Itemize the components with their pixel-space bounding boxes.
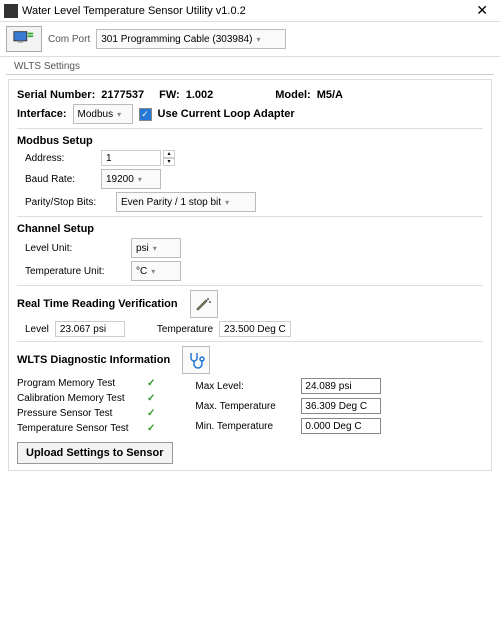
wlts-settings-label: WLTS Settings <box>6 57 494 75</box>
window-title: Water Level Temperature Sensor Utility v… <box>22 5 246 17</box>
chevron-down-icon: ▾ <box>117 110 121 119</box>
interface-value: Modbus <box>78 109 114 120</box>
address-spinner[interactable]: 1 ▴ ▾ <box>101 150 175 166</box>
diag-test-row: Program Memory Test ✓ <box>17 378 155 389</box>
chevron-down-icon: ▾ <box>138 175 142 184</box>
baud-select[interactable]: 19200 ▾ <box>101 169 161 189</box>
parity-label: Parity/Stop Bits: <box>25 197 110 208</box>
stethoscope-icon <box>187 351 205 369</box>
chevron-down-icon: ▾ <box>256 35 260 44</box>
level-unit-label: Level Unit: <box>25 243 125 254</box>
app-icon <box>4 4 18 18</box>
chevron-down-icon: ▾ <box>151 267 155 276</box>
baud-label: Baud Rate: <box>25 174 95 185</box>
realtime-heading: Real Time Reading Verification <box>17 298 178 310</box>
address-value: 1 <box>101 150 161 166</box>
baud-value: 19200 <box>106 174 134 185</box>
wand-icon <box>195 295 213 313</box>
max-temp-field[interactable] <box>301 398 381 414</box>
test-name: Calibration Memory Test <box>17 393 137 404</box>
test-name: Pressure Sensor Test <box>17 408 137 419</box>
test-name: Program Memory Test <box>17 378 137 389</box>
interface-row: Interface: Modbus ▾ ✓ Use Current Loop A… <box>17 104 483 124</box>
modbus-address-row: Address: 1 ▴ ▾ <box>25 150 483 166</box>
modbus-heading: Modbus Setup <box>17 135 483 147</box>
device-info: Serial Number: 2177537 FW: 1.002 Model: … <box>17 89 483 101</box>
main-panel: Serial Number: 2177537 FW: 1.002 Model: … <box>8 79 492 471</box>
spin-up-icon[interactable]: ▴ <box>163 150 175 158</box>
modbus-parity-row: Parity/Stop Bits: Even Parity / 1 stop b… <box>25 192 483 212</box>
temp-unit-label: Temperature Unit: <box>25 266 125 277</box>
min-temp-field[interactable] <box>301 418 381 434</box>
model-value: M5/A <box>317 89 343 101</box>
toolbar: Com Port 301 Programming Cable (303984) … <box>0 22 500 57</box>
check-icon: ✓ <box>147 408 155 419</box>
modbus-baud-row: Baud Rate: 19200 ▾ <box>25 169 483 189</box>
check-icon: ✓ <box>147 378 155 389</box>
realtime-values: Level 23.067 psi Temperature 23.500 Deg … <box>25 321 483 337</box>
diagnostics-button[interactable] <box>182 346 210 374</box>
temp-unit-select[interactable]: °C ▾ <box>131 261 181 281</box>
parity-select[interactable]: Even Parity / 1 stop bit ▾ <box>116 192 256 212</box>
model-label: Model: <box>275 89 310 101</box>
level-unit-row: Level Unit: psi ▾ <box>25 238 483 258</box>
address-label: Address: <box>25 153 95 164</box>
com-port-select[interactable]: 301 Programming Cable (303984) ▾ <box>96 29 286 49</box>
monitor-icon <box>13 30 35 48</box>
test-name: Temperature Sensor Test <box>17 423 137 434</box>
interface-select[interactable]: Modbus ▾ <box>73 104 133 124</box>
fw-label: FW: <box>159 89 180 101</box>
diag-heading: WLTS Diagnostic Information <box>17 354 170 366</box>
check-icon: ✓ <box>147 423 155 434</box>
com-port-label: Com Port <box>48 34 90 45</box>
temp-unit-value: °C <box>136 266 147 277</box>
interface-label: Interface: <box>17 108 67 120</box>
loop-adapter-label: Use Current Loop Adapter <box>158 108 295 120</box>
max-level-label: Max Level: <box>195 381 295 392</box>
com-port-value: 301 Programming Cable (303984) <box>101 34 252 45</box>
level-label: Level <box>25 324 49 335</box>
title-bar: Water Level Temperature Sensor Utility v… <box>0 0 500 22</box>
connect-button[interactable] <box>6 26 42 52</box>
temp-unit-row: Temperature Unit: °C ▾ <box>25 261 483 281</box>
chevron-down-icon: ▾ <box>225 198 229 207</box>
level-unit-value: psi <box>136 243 149 254</box>
parity-value: Even Parity / 1 stop bit <box>121 197 221 208</box>
close-icon[interactable]: ✕ <box>470 2 494 19</box>
diag-test-row: Pressure Sensor Test ✓ <box>17 408 155 419</box>
diag-test-row: Calibration Memory Test ✓ <box>17 393 155 404</box>
diag-tests: Program Memory Test ✓ Calibration Memory… <box>17 378 155 434</box>
fw-value: 1.002 <box>186 89 214 101</box>
upload-button[interactable]: Upload Settings to Sensor <box>17 442 173 464</box>
level-readout: 23.067 psi <box>55 321 125 337</box>
diag-minmax: Max Level: Max. Temperature Min. Tempera… <box>195 378 381 434</box>
refresh-button[interactable] <box>190 290 218 318</box>
diag-test-row: Temperature Sensor Test ✓ <box>17 423 155 434</box>
serial-label: Serial Number: <box>17 89 95 101</box>
chevron-down-icon: ▾ <box>153 244 157 253</box>
channel-heading: Channel Setup <box>17 223 483 235</box>
loop-adapter-checkbox[interactable]: ✓ <box>139 108 152 121</box>
temp-readout: 23.500 Deg C <box>219 321 291 337</box>
temp-label: Temperature <box>157 324 213 335</box>
min-temp-label: Min. Temperature <box>195 421 295 432</box>
check-icon: ✓ <box>147 393 155 404</box>
level-unit-select[interactable]: psi ▾ <box>131 238 181 258</box>
max-level-field[interactable] <box>301 378 381 394</box>
serial-value: 2177537 <box>101 89 144 101</box>
spin-down-icon[interactable]: ▾ <box>163 158 175 166</box>
max-temp-label: Max. Temperature <box>195 401 295 412</box>
